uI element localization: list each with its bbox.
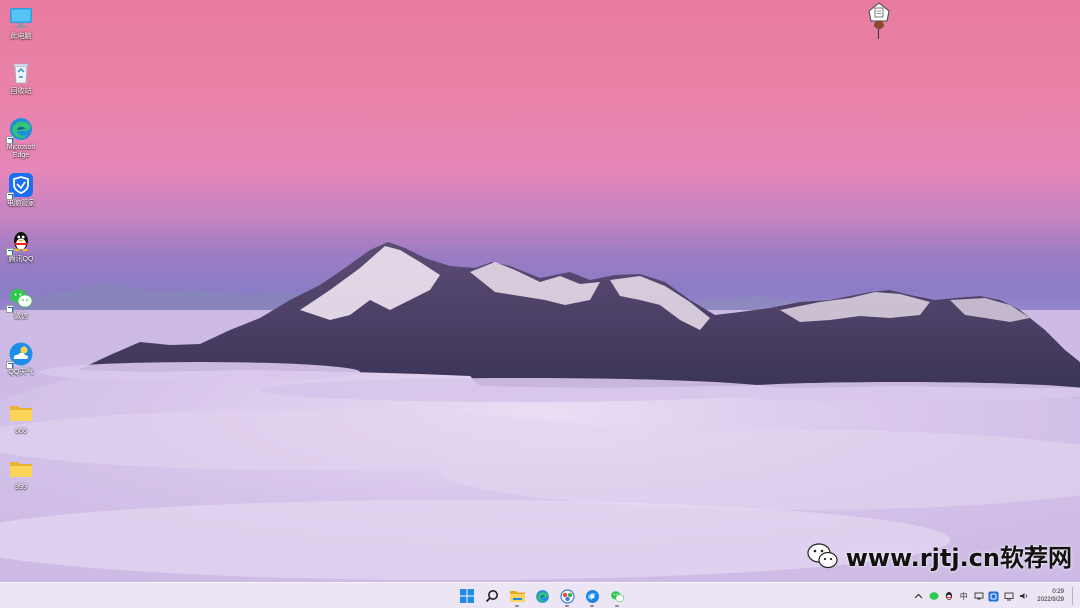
desktop-icon-wechat[interactable]: 微信 bbox=[2, 285, 40, 321]
desktop-icon-label: QQ天气 bbox=[8, 369, 34, 376]
desktop-icon-label: 电脑管家 bbox=[7, 200, 35, 207]
watermark-text: www.rjtj.cn软荐网 bbox=[845, 544, 1072, 572]
watermark: www.rjtj.cn软荐网 bbox=[806, 538, 1072, 573]
search-button[interactable] bbox=[481, 585, 503, 607]
blue-app-icon[interactable] bbox=[988, 591, 999, 602]
wallpaper bbox=[0, 0, 1080, 608]
show-desktop-button[interactable] bbox=[1072, 587, 1076, 605]
chevron-up-icon[interactable] bbox=[913, 591, 924, 602]
running-indicator bbox=[615, 605, 619, 607]
shortcut-arrow-icon bbox=[6, 305, 14, 313]
wechat-tray-icon[interactable] bbox=[928, 591, 939, 602]
desktop-icon-label: 微信 bbox=[14, 313, 28, 320]
wechat-icon bbox=[610, 590, 624, 602]
running-indicator bbox=[590, 605, 594, 607]
ime-icon[interactable]: 中 bbox=[958, 591, 969, 602]
start-button[interactable] bbox=[456, 585, 478, 607]
desktop-icon-recycle-bin[interactable]: 回收站 bbox=[2, 60, 40, 96]
taskbar-app-6[interactable] bbox=[581, 585, 603, 607]
taskbar-app-5[interactable] bbox=[556, 585, 578, 607]
recycle-bin-icon bbox=[13, 63, 29, 84]
desktop-assistant-icon[interactable] bbox=[864, 1, 894, 43]
taskbar-clock[interactable]: 0:29 2022/9/29 bbox=[1037, 588, 1064, 604]
shortcut-arrow-icon bbox=[6, 248, 14, 256]
ime-label: 中 bbox=[959, 591, 968, 601]
running-indicator bbox=[515, 605, 519, 607]
clock-time: 0:29 bbox=[1052, 589, 1064, 595]
shortcut-arrow-icon bbox=[6, 192, 14, 200]
chrome-like-icon bbox=[559, 588, 575, 604]
windows-start-icon bbox=[460, 589, 474, 603]
folder-icon bbox=[10, 462, 32, 477]
system-tray: 中 0:29 2022/9/29 bbox=[913, 583, 1076, 608]
wechat-logo-icon bbox=[807, 542, 838, 568]
taskbar-apps bbox=[456, 585, 628, 607]
desktop-icon-label: 此电脑 bbox=[10, 33, 32, 40]
search-icon bbox=[485, 590, 498, 603]
desktop-icon-label: 999 bbox=[15, 484, 27, 491]
monitor-icon bbox=[10, 8, 32, 28]
qq-tray-icon[interactable] bbox=[943, 591, 954, 602]
desktop-icon-edge[interactable]: Microsoft Edge bbox=[2, 116, 40, 160]
browser-icon bbox=[585, 589, 599, 603]
folder-icon bbox=[10, 406, 32, 421]
desktop-icon-label: Microsoft Edge bbox=[6, 144, 36, 159]
taskbar-wechat[interactable] bbox=[606, 585, 628, 607]
network-icon[interactable] bbox=[973, 591, 984, 602]
desktop: 此电脑 回收站 Microsoft Edge 电脑管家 腾讯QQ 微信 QQ天气… bbox=[0, 0, 1080, 608]
monitor-tray-icon[interactable] bbox=[1003, 591, 1014, 602]
desktop-icon-label: 回收站 bbox=[10, 88, 32, 95]
shortcut-arrow-icon bbox=[6, 361, 14, 369]
taskbar-file-explorer[interactable] bbox=[506, 585, 528, 607]
speaker-icon[interactable] bbox=[1018, 591, 1029, 602]
running-indicator bbox=[565, 605, 569, 607]
clock-date: 2022/9/29 bbox=[1037, 597, 1064, 603]
taskbar-edge[interactable] bbox=[531, 585, 553, 607]
desktop-icon-label: 腾讯QQ bbox=[8, 256, 34, 263]
desktop-icon-pc-manager[interactable]: 电脑管家 bbox=[2, 172, 40, 208]
desktop-icon-this-pc[interactable]: 此电脑 bbox=[2, 5, 40, 41]
desktop-icon-qq[interactable]: 腾讯QQ bbox=[2, 228, 40, 264]
desktop-icon-label: 666 bbox=[15, 428, 27, 435]
edge-icon bbox=[535, 589, 549, 603]
desktop-icon-folder-999[interactable]: 999 bbox=[2, 456, 40, 492]
desktop-icon-folder-666[interactable]: 666 bbox=[2, 400, 40, 436]
desktop-icon-qq-weather[interactable]: QQ天气 bbox=[2, 341, 40, 377]
taskbar: 中 0:29 2022/9/29 bbox=[0, 582, 1080, 608]
file-explorer-icon bbox=[509, 591, 525, 602]
shortcut-arrow-icon bbox=[6, 136, 14, 144]
